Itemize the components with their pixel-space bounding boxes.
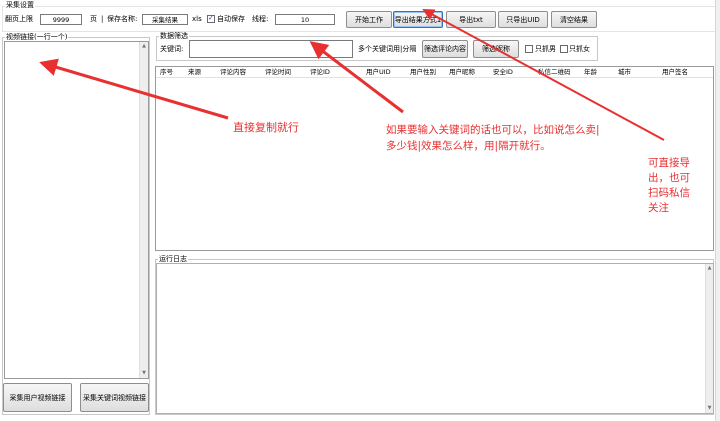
video-links-scrollbar[interactable]: ▲ ▼	[139, 42, 148, 378]
autosave-label: 自动保存	[217, 15, 245, 23]
annotation-export-hint-line4: 关注	[648, 202, 669, 214]
autosave-checkbox[interactable]	[207, 14, 215, 23]
annotation-keyword-hint-line2: 多少钱|效果怎么样，用|隔开就行。	[386, 140, 551, 152]
col-source[interactable]: 来源	[188, 68, 201, 76]
page-unit-label: 页	[90, 15, 97, 23]
scroll-up-icon[interactable]: ▲	[140, 42, 148, 51]
annotation-copy-hint: 直接复制就行	[233, 121, 299, 134]
clear-results-button[interactable]: 清空结果	[551, 11, 597, 28]
col-dm-qrcode[interactable]: 私信二维码	[538, 68, 571, 76]
log-scroll-down-icon[interactable]: ▼	[706, 404, 713, 413]
save-name-input[interactable]: 采集结果	[142, 14, 188, 25]
annotation-keyword-hint-line1: 如果要输入关键词的话也可以，比如说怎么卖|	[386, 124, 600, 136]
annotation-export-hint-line1: 可直接导	[648, 157, 690, 169]
results-table[interactable]: 序号 来源 评论内容 评论时间 评论ID 用户UID 用户性别 用户昵称 安全I…	[155, 66, 714, 251]
threads-label: 线程:	[252, 15, 269, 23]
filter-comments-button[interactable]: 筛选评论内容	[422, 40, 468, 58]
keyword-hint: 多个关键词用|分隔	[358, 45, 417, 53]
col-city[interactable]: 城市	[618, 68, 631, 76]
video-links-textarea[interactable]	[4, 41, 149, 379]
separator: |	[101, 15, 104, 23]
scroll-down-icon[interactable]: ▼	[140, 369, 148, 378]
female-only-checkbox[interactable]	[560, 45, 568, 53]
col-index[interactable]: 序号	[160, 68, 173, 76]
col-signature[interactable]: 用户签名	[662, 68, 688, 76]
run-log-textarea[interactable]	[156, 263, 714, 414]
female-only-label: 只抓女	[569, 45, 590, 53]
keyword-input[interactable]	[189, 40, 353, 58]
col-user-uid[interactable]: 用户UID	[366, 68, 391, 76]
start-work-button[interactable]: 开始工作	[346, 11, 392, 28]
col-user-gender[interactable]: 用户性别	[410, 68, 436, 76]
keyword-label: 关键词:	[160, 45, 184, 53]
data-filter-title: 数据筛选	[159, 32, 189, 41]
col-age[interactable]: 年龄	[584, 68, 597, 76]
col-comment-id[interactable]: 评论ID	[310, 68, 330, 76]
save-name-label: 保存名称:	[107, 15, 138, 23]
log-scroll-up-icon[interactable]: ▲	[706, 264, 713, 273]
col-comment[interactable]: 评论内容	[220, 68, 246, 76]
window-right-edge	[715, 0, 720, 421]
annotation-export-hint-line3: 扫码私信	[648, 187, 690, 199]
col-comment-time[interactable]: 评论时间	[265, 68, 291, 76]
table-header: 序号 来源 评论内容 评论时间 评论ID 用户UID 用户性别 用户昵称 安全I…	[156, 67, 713, 78]
collect-user-videos-button[interactable]: 采集用户视频链接	[3, 383, 72, 412]
filter-nickname-button[interactable]: 筛选昵称	[473, 40, 519, 58]
page-limit-input[interactable]: 9999	[40, 14, 82, 25]
save-ext-label: xls	[192, 15, 202, 23]
export-uid-button[interactable]: 只导出UID	[498, 11, 548, 28]
run-log-scrollbar[interactable]: ▲ ▼	[705, 264, 713, 413]
export-txt-button[interactable]: 导出txt	[446, 11, 496, 28]
annotation-export-hint-line2: 出，也可	[648, 172, 690, 184]
male-only-checkbox[interactable]	[525, 45, 533, 53]
page-limit-label: 翻页上限	[5, 15, 33, 23]
threads-input[interactable]: 10	[275, 14, 335, 25]
collect-keyword-videos-button[interactable]: 采集关键词视频链接	[80, 383, 149, 412]
collect-settings-title: 采集设置	[5, 1, 35, 10]
col-user-nickname[interactable]: 用户昵称	[449, 68, 475, 76]
col-security-id[interactable]: 安全ID	[493, 68, 513, 76]
male-only-label: 只抓男	[535, 45, 556, 53]
export-mode-button[interactable]: 导出结果方式1	[393, 11, 443, 28]
